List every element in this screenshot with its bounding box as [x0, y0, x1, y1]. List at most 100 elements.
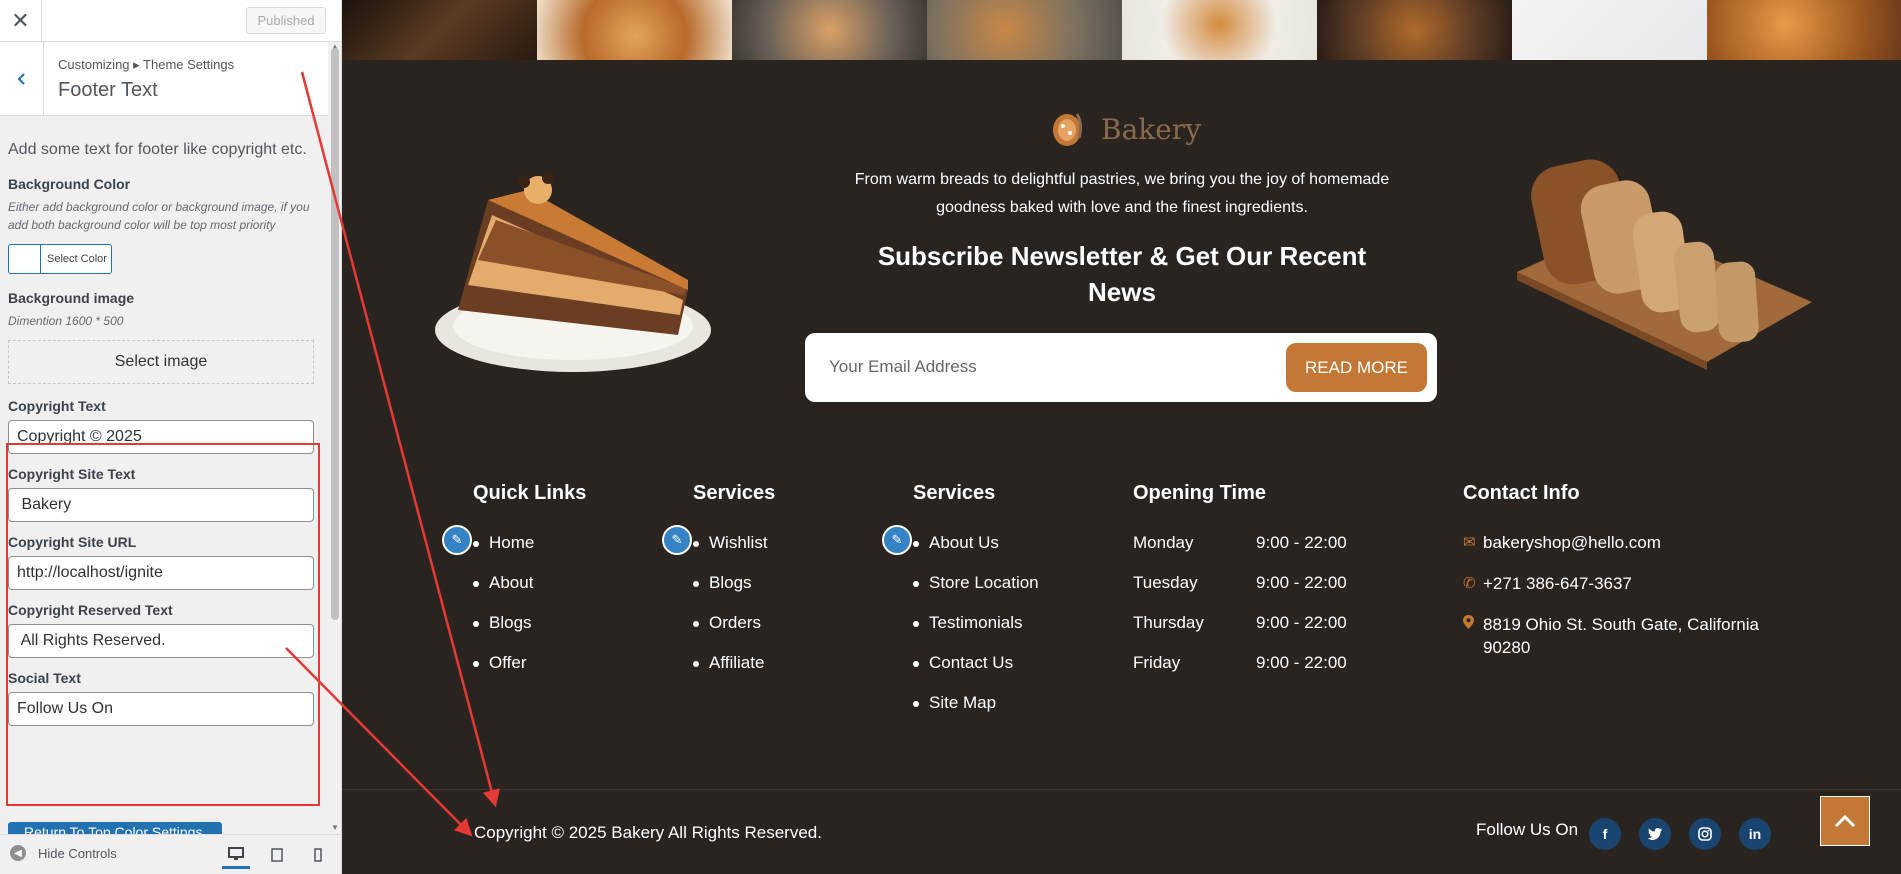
gallery-image [342, 0, 537, 60]
edit-pencil-icon[interactable]: ✎ [662, 525, 692, 555]
services-title: Services [913, 482, 996, 504]
back-arrow-icon[interactable] [0, 42, 44, 116]
list-item[interactable]: About Us [913, 523, 1039, 563]
contact-address: 8819 Ohio St. South Gate, California 902… [1483, 615, 1759, 657]
site-preview: Bakery From warm breads to delightful pa… [342, 0, 1901, 874]
edit-pencil-icon[interactable]: ✎ [442, 525, 472, 555]
hours-day: Friday [1133, 653, 1181, 672]
footer-divider [342, 789, 1901, 790]
email-input[interactable]: Your Email Address [829, 357, 977, 377]
phone-icon: ✆ [1463, 575, 1476, 592]
product-gallery-strip [342, 0, 1901, 60]
list-item[interactable]: Offer [473, 643, 586, 683]
gallery-image [1122, 0, 1317, 60]
tablet-preview-icon[interactable] [263, 841, 291, 869]
background-color-note: Either add background color or backgroun… [8, 200, 310, 232]
hours-time: 9:00 - 22:00 [1256, 573, 1347, 592]
social-text-input[interactable]: Follow Us On [8, 692, 314, 726]
hours-row: Monday 9:00 - 22:00 [1133, 523, 1347, 563]
background-color-label: Background Color [8, 176, 131, 192]
gallery-image [1317, 0, 1512, 60]
contact-phone: +271 386-647-3637 [1483, 574, 1632, 593]
scroll-thumb[interactable] [331, 48, 339, 620]
contact-info-title: Contact Info [1463, 482, 1580, 504]
logo-text: Bakery [1101, 112, 1202, 146]
read-more-button[interactable]: READ MORE [1286, 343, 1427, 392]
quick-links-column: Quick Links Home About Blogs Offer [473, 482, 586, 683]
bread-logo-icon [1053, 113, 1083, 146]
sidebar-scrollbar[interactable]: ▲ ▼ [328, 42, 341, 832]
copyright-reserved-text-control: Copyright Reserved Text All Rights Reser… [8, 602, 320, 658]
list-item[interactable]: Store Location [913, 563, 1039, 603]
list-item[interactable]: Site Map [913, 683, 1039, 723]
hours-day: Thursday [1133, 613, 1204, 632]
copyright-site-text-input[interactable]: Bakery [8, 488, 314, 522]
copyright-reserved-text-input[interactable]: All Rights Reserved. [8, 624, 314, 658]
list-item[interactable]: Blogs [693, 563, 775, 603]
hours-time: 9:00 - 22:00 [1256, 653, 1347, 672]
copyright-text-control: Copyright Text Copyright © 2025 [8, 398, 320, 454]
section-header: Customizing ▸ Theme Settings Footer Text [0, 42, 328, 116]
instagram-icon[interactable] [1689, 818, 1721, 850]
facebook-icon[interactable]: f [1589, 818, 1621, 850]
gallery-image [732, 0, 927, 60]
list-item[interactable]: Home [473, 523, 586, 563]
hours-row: Tuesday 9:00 - 22:00 [1133, 563, 1347, 603]
mobile-preview-icon[interactable] [304, 841, 332, 869]
copyright-site-url-input[interactable]: http://localhost/ignite [8, 556, 314, 590]
scroll-down-icon[interactable]: ▼ [330, 823, 340, 832]
list-item[interactable]: Orders [693, 603, 775, 643]
footer-intro-text: From warm breads to delightful pastries,… [854, 171, 1390, 216]
copyright-text-input[interactable]: Copyright © 2025 [8, 420, 314, 454]
copyright-text-label: Copyright Text [8, 398, 106, 414]
list-item[interactable]: Contact Us [913, 643, 1039, 683]
list-item[interactable]: Blogs [473, 603, 586, 643]
close-icon[interactable]: ✕ [0, 0, 42, 42]
copyright-site-text-label: Copyright Site Text [8, 466, 136, 482]
hours-row: Friday 9:00 - 22:00 [1133, 643, 1347, 683]
copyright-site-url-control: Copyright Site URL http://localhost/igni… [8, 534, 320, 590]
map-pin-icon [1463, 613, 1483, 659]
list-item[interactable]: Testimonials [913, 603, 1039, 643]
select-color-button[interactable]: Select Color [8, 244, 112, 274]
select-image-button[interactable]: Select image [8, 340, 314, 384]
list-item[interactable]: About [473, 563, 586, 603]
hide-controls-label: Hide Controls [38, 845, 117, 861]
section-description: Add some text for footer like copyright … [8, 141, 307, 158]
services-title: Services [693, 482, 776, 504]
contact-email: bakeryshop@hello.com [1483, 533, 1661, 552]
edit-pencil-icon[interactable]: ✎ [882, 525, 912, 555]
gallery-image [1512, 0, 1707, 60]
opening-time-column: Opening Time Monday 9:00 - 22:00 Tuesday… [1133, 482, 1347, 683]
desktop-preview-icon[interactable] [222, 841, 250, 869]
bread-loaf-image [1517, 159, 1812, 370]
follow-us-text: Follow Us On [1476, 820, 1579, 839]
contact-email-row[interactable]: ✉ bakeryshop@hello.com [1463, 531, 1783, 554]
chevron-up-icon [1834, 814, 1856, 828]
published-button[interactable]: Published [246, 7, 326, 34]
contact-phone-row[interactable]: ✆ +271 386-647-3637 [1463, 572, 1783, 595]
newsletter-form: Your Email Address READ MORE [805, 333, 1437, 402]
services-column-2: Services About Us Store Location Testimo… [913, 482, 1039, 723]
bakery-logo[interactable]: Bakery [1047, 106, 1201, 152]
social-text-control: Social Text Follow Us On [8, 670, 320, 726]
list-item[interactable]: Wishlist [693, 523, 775, 563]
envelope-icon: ✉ [1463, 534, 1476, 551]
scroll-to-top-button[interactable] [1820, 796, 1870, 846]
copyright-site-text-control: Copyright Site Text Bakery [8, 466, 320, 522]
newsletter-title: Subscribe Newsletter & Get Our Recent Ne… [877, 241, 1367, 307]
cake-slice-image [435, 172, 711, 372]
collapse-arrow-icon: ◀ [10, 845, 26, 861]
twitter-icon[interactable] [1639, 818, 1671, 850]
customizer-footer: ◀ Hide Controls [0, 834, 341, 874]
opening-time-title: Opening Time [1133, 482, 1266, 504]
hours-time: 9:00 - 22:00 [1256, 533, 1347, 552]
section-title: Footer Text [58, 79, 158, 101]
background-image-note: Dimention 1600 * 500 [8, 314, 124, 328]
hide-controls-button[interactable]: ◀ Hide Controls [10, 845, 117, 861]
customizer-top-bar: ✕ Published [0, 0, 341, 42]
linkedin-icon[interactable]: in [1739, 818, 1771, 850]
contact-info-column: Contact Info ✉ bakeryshop@hello.com ✆ +2… [1463, 482, 1783, 677]
controls-panel: Add some text for footer like copyright … [0, 116, 328, 824]
list-item[interactable]: Affiliate [693, 643, 775, 683]
